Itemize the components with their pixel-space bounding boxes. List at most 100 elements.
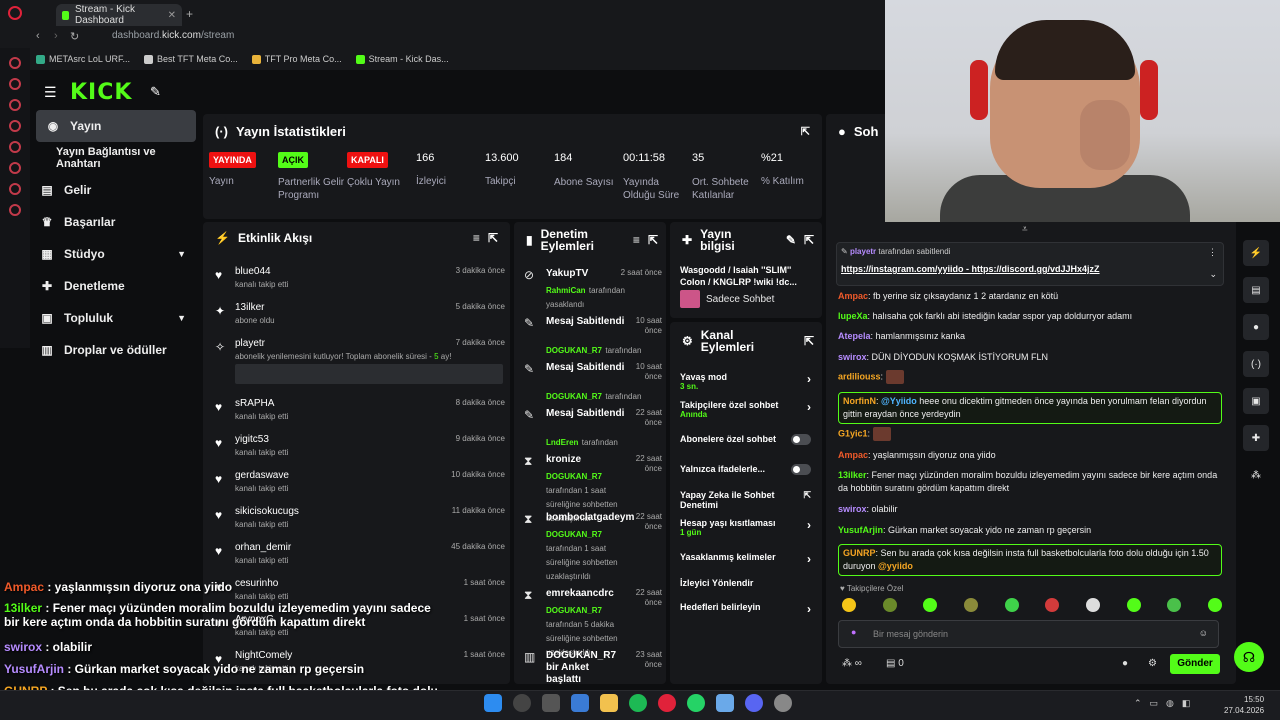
browser-logo-icon[interactable]	[8, 6, 22, 20]
sidebar-app-icon[interactable]	[9, 57, 21, 69]
moderator-name[interactable]: DOGUKAN_R7	[546, 392, 602, 401]
moderator-name[interactable]: DOGUKAN_R7	[546, 346, 602, 355]
collapse-icon[interactable]: ⩡	[1022, 224, 1028, 235]
nav-item-topluluk[interactable]: ▣ Topluluk ▼	[30, 302, 200, 334]
event-user[interactable]: orhan_demir	[235, 542, 291, 553]
nav-item-basarilar[interactable]: ♛ Başarılar	[30, 206, 200, 238]
windows-start-icon[interactable]	[484, 694, 502, 712]
emote-icon[interactable]	[842, 598, 856, 612]
channel-action-row[interactable]: Takipçilere özel sohbet Anında ›	[680, 400, 815, 419]
system-clock[interactable]: 15:50 27.04.2026	[1224, 694, 1264, 716]
chat-mention[interactable]: @Yyiido	[881, 396, 917, 406]
sidebar-app-icon[interactable]	[9, 141, 21, 153]
chat-username[interactable]: G1yic1	[838, 428, 868, 438]
system-tray[interactable]: ⌃▭◍◧	[1134, 698, 1198, 709]
send-button[interactable]: Gönder	[1170, 654, 1220, 674]
emote-icon[interactable]	[1167, 598, 1182, 612]
close-tab-icon[interactable]: ✕	[168, 10, 176, 21]
chat-icon[interactable]: ●	[1243, 314, 1269, 340]
chat-username[interactable]: GUNRP	[843, 548, 876, 558]
popout-icon[interactable]: ⇱	[648, 234, 658, 246]
nav-item-denetleme[interactable]: ✚ Denetleme	[30, 270, 200, 302]
moderation-target[interactable]: kronize	[546, 454, 626, 466]
nav-item-stream-key[interactable]: Yayın Bağlantısı ve Anahtarı	[30, 142, 200, 174]
chat-username[interactable]: Ampac	[838, 450, 868, 460]
sidebar-app-icon[interactable]	[9, 162, 21, 174]
folder-icon[interactable]	[600, 694, 618, 712]
bolt-icon[interactable]: ⚡	[1243, 240, 1269, 266]
event-user[interactable]: playetr	[235, 338, 265, 349]
spotify-icon[interactable]	[629, 694, 647, 712]
moderator-name[interactable]: DOGUKAN_R7	[546, 606, 602, 615]
store-row[interactable]: ▤ 0	[886, 658, 904, 669]
emote-icon[interactable]	[1126, 598, 1141, 612]
channel-action-row[interactable]: Yapay Zeka ile Sohbet Denetimi ⇱	[680, 490, 815, 510]
chat-username[interactable]: 13ilker	[838, 470, 867, 480]
search-icon[interactable]	[513, 694, 531, 712]
event-user[interactable]: blue044	[235, 266, 271, 277]
emote-icon[interactable]	[1045, 598, 1060, 612]
popout-icon[interactable]: ⇱	[804, 234, 814, 246]
kick-logo[interactable]: KICK	[70, 80, 132, 105]
emoji-icon[interactable]: ☺	[1199, 628, 1208, 638]
toggle-switch[interactable]	[791, 434, 811, 445]
menu-icon[interactable]: ☰	[44, 84, 57, 101]
edge-icon[interactable]	[571, 694, 589, 712]
emote-icon[interactable]	[1004, 598, 1019, 612]
sidebar-app-icon[interactable]	[9, 78, 21, 90]
moderator-name[interactable]: DOGUKAN_R7	[546, 530, 602, 539]
moderation-target[interactable]: bomboclatgadeym	[546, 512, 634, 524]
pinned-by-user[interactable]: playetr	[850, 247, 876, 256]
bookmark-item[interactable]: Best TFT Meta Co...	[144, 54, 238, 64]
moderator-name[interactable]: LndEren	[546, 438, 578, 447]
channel-action-row[interactable]: Yasaklanmış kelimeler ›	[680, 552, 815, 566]
moderation-target[interactable]: DOGUKAN_R7 bir Anket başlattı	[546, 650, 624, 686]
channel-action-row[interactable]: Abonelere özel sohbet	[680, 434, 815, 445]
app-icon[interactable]	[716, 694, 734, 712]
nav-item-droplar[interactable]: ▥ Droplar ve ödüller	[30, 334, 200, 366]
broadcast-icon[interactable]: (·)	[1243, 351, 1269, 377]
browser-tab[interactable]: Stream - Kick Dashboard ✕	[56, 4, 182, 26]
reload-icon[interactable]: ↻	[70, 30, 79, 43]
channel-action-row[interactable]: Yavaş mod 3 sn. ›	[680, 372, 815, 391]
nav-item-yayin[interactable]: ◉ Yayın	[36, 110, 196, 142]
chat-bubble-icon[interactable]: ●	[1122, 658, 1128, 669]
sidebar-app-icon[interactable]	[9, 120, 21, 132]
points-icon[interactable]: ⁂ ∞	[842, 658, 862, 669]
pin-icon[interactable]: ✎	[150, 84, 161, 100]
chat-mention[interactable]: @yyiido	[878, 561, 913, 571]
sidebar-app-icon[interactable]	[9, 204, 21, 216]
channel-action-row[interactable]: Hesap yaşı kısıtlaması 1 gün ›	[680, 518, 815, 537]
moderator-name[interactable]: DOGUKAN_R7	[546, 472, 602, 481]
edit-icon[interactable]: ✎	[786, 234, 796, 246]
new-tab-icon[interactable]: +	[186, 7, 193, 21]
emote-icon[interactable]	[923, 598, 938, 612]
wrench-icon[interactable]: ✚	[1243, 425, 1269, 451]
chat-username[interactable]: swirox	[838, 352, 867, 362]
back-icon[interactable]: ‹	[36, 30, 40, 42]
opera-icon[interactable]	[658, 694, 676, 712]
moderation-target[interactable]: emrekaancdrc	[546, 588, 626, 600]
nav-item-gelir[interactable]: ▤ Gelir	[30, 174, 200, 206]
chat-username[interactable]: NorfinN	[843, 396, 876, 406]
apps-icon[interactable]: ⁂	[1243, 462, 1269, 488]
filter-icon[interactable]: ≡	[473, 231, 480, 245]
filter-icon[interactable]: ≡	[633, 234, 640, 246]
bookmark-item[interactable]: Stream - Kick Das...	[355, 54, 449, 64]
chat-username[interactable]: Ampac	[838, 291, 868, 301]
support-button[interactable]: ☊	[1234, 642, 1264, 672]
channel-action-row[interactable]: Hedefleri belirleyin ›	[680, 602, 815, 616]
pinned-link-discord[interactable]: https://discord.gg/vdJJHx4jzZ	[972, 264, 1100, 274]
more-icon[interactable]: ⋮	[1208, 247, 1217, 258]
chat-username[interactable]: lupeXa	[838, 311, 868, 321]
emote-icon[interactable]	[1085, 598, 1100, 612]
popout-icon[interactable]: ⇱	[488, 231, 498, 245]
emote-icon[interactable]	[882, 598, 897, 612]
sidebar-app-icon[interactable]	[9, 183, 21, 195]
moderation-target[interactable]: Mesaj Sabitlendi	[546, 362, 626, 374]
channel-action-row[interactable]: İzleyici Yönlendir	[680, 578, 815, 588]
url-field[interactable]: dashboard.kick.com/stream	[112, 30, 234, 41]
settings-icon[interactable]: ⚙	[1148, 658, 1157, 669]
event-user[interactable]: sikicisokucugs	[235, 506, 299, 517]
event-user[interactable]: yigitc53	[235, 434, 269, 445]
